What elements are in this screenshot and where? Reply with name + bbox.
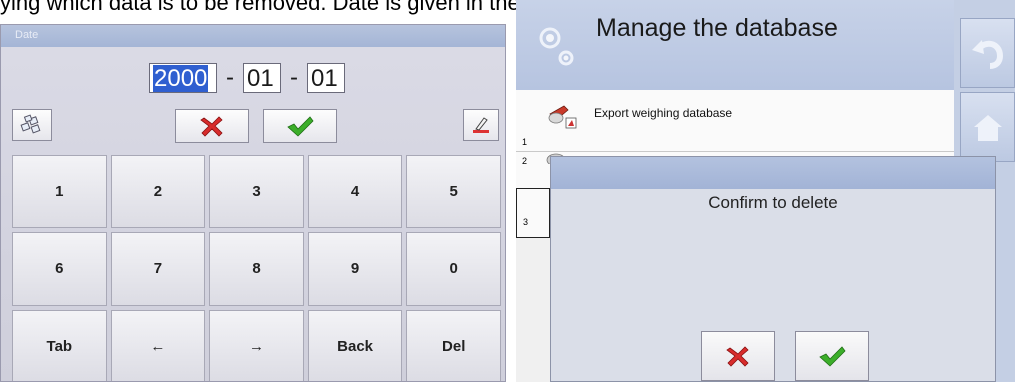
key-2[interactable]: 2 [110, 155, 206, 229]
key-del[interactable]: Del [406, 309, 501, 381]
day-field[interactable]: 01 [307, 63, 345, 93]
date-entry-row: 2000 - 01 - 01 [149, 61, 345, 95]
keypad-titlebar: Date [1, 25, 505, 47]
key-8[interactable]: 8 [209, 232, 304, 306]
dialog-message: Confirm to delete [708, 193, 838, 212]
dialog-titlebar [551, 157, 995, 189]
page-title: Manage the database [596, 14, 838, 42]
numeric-keypad: 1 2 3 4 5 6 7 8 9 0 Tab ← → Back Del [12, 155, 501, 381]
undo-arrow-icon [971, 40, 1003, 69]
year-field[interactable]: 2000 [149, 63, 217, 93]
list-item-selected[interactable]: 3 [516, 188, 550, 238]
key-7[interactable]: 7 [110, 232, 206, 306]
keypad-title: Date [15, 29, 39, 41]
key-back[interactable]: Back [307, 309, 403, 381]
month-field[interactable]: 01 [243, 63, 281, 93]
database-header: Manage the database [516, 0, 954, 90]
green-check-icon [287, 116, 314, 137]
year-value: 2000 [153, 65, 209, 92]
pen-eraser-icon [473, 117, 489, 133]
key-left-arrow[interactable]: ← [110, 309, 206, 381]
key-1[interactable]: 1 [12, 155, 107, 229]
gear-icon [539, 27, 574, 66]
cluster-icon [20, 114, 41, 134]
red-x-icon [200, 116, 223, 137]
key-right-arrow[interactable]: → [209, 309, 304, 381]
dialog-cancel-button[interactable] [701, 331, 775, 381]
date-separator: - [226, 64, 234, 91]
key-0[interactable]: 0 [406, 232, 501, 306]
key-3[interactable]: 3 [209, 155, 304, 229]
month-value: 01 [247, 65, 274, 92]
item-label: Export weighing database [594, 106, 733, 120]
key-9[interactable]: 9 [307, 232, 403, 306]
export-database-icon [548, 105, 577, 129]
list-item[interactable]: Export weighing database 1 [516, 90, 954, 152]
database-panel: Manage the database Export weighing data… [516, 0, 1015, 382]
item-number: 2 [522, 156, 528, 166]
date-input-panel: Date 2000 - 01 - 01 1 2 3 4 5 6 7 8 9 0 … [0, 24, 506, 382]
home-button[interactable] [960, 92, 1015, 162]
day-value: 01 [311, 65, 338, 92]
key-5[interactable]: 5 [406, 155, 501, 229]
item-number: 1 [522, 137, 528, 147]
back-button[interactable] [960, 18, 1015, 88]
clear-field-button[interactable] [463, 109, 499, 141]
date-separator: - [290, 64, 298, 91]
key-6[interactable]: 6 [12, 232, 107, 306]
home-icon [973, 115, 1002, 141]
key-4[interactable]: 4 [307, 155, 403, 229]
red-x-icon [726, 346, 749, 367]
confirm-button[interactable] [263, 109, 337, 143]
cancel-button[interactable] [175, 109, 249, 143]
confirm-delete-dialog: Confirm to delete [550, 156, 996, 382]
key-tab[interactable]: Tab [12, 309, 107, 381]
dialog-confirm-button[interactable] [795, 331, 869, 381]
special-chars-button[interactable] [12, 109, 52, 141]
item-number: 3 [523, 217, 529, 227]
green-check-icon [819, 346, 846, 367]
